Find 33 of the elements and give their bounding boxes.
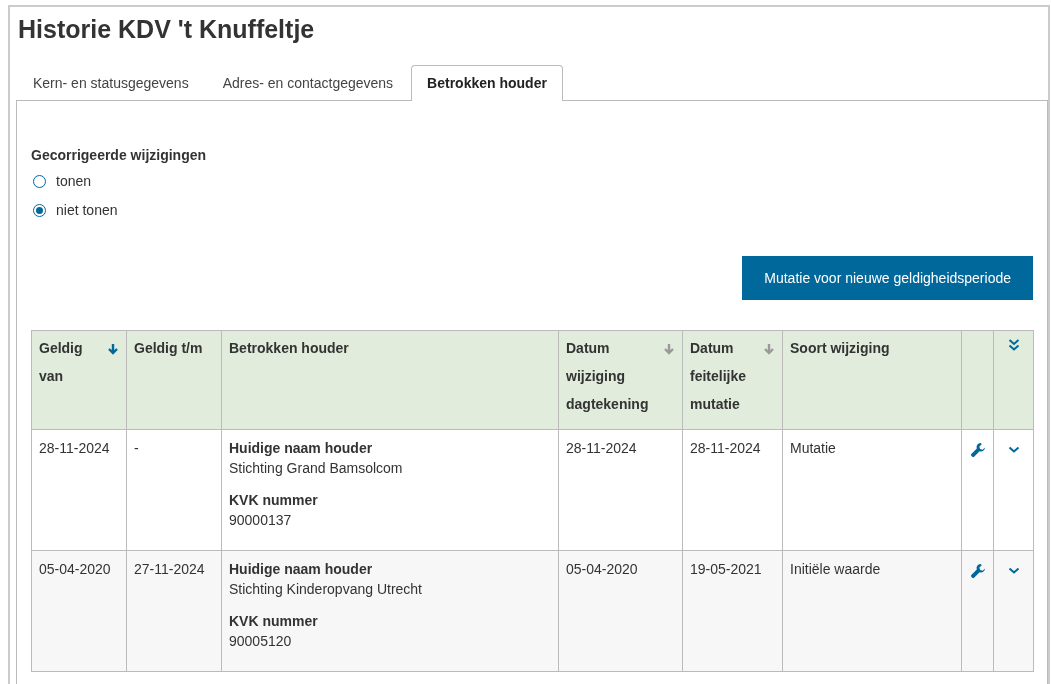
field-label: KVK nummer <box>229 491 319 510</box>
table-cell: 19-05-2021 <box>682 550 783 672</box>
table-cell: Mutatie <box>782 429 962 551</box>
table-cell: Initiële waarde <box>782 550 962 672</box>
table-cell: 27-11-2024 <box>126 550 222 672</box>
table-cell: - <box>126 429 222 551</box>
sort-arrow-icon[interactable] <box>107 343 119 355</box>
filter-label: Gecorrigeerde wijzigingen <box>31 147 207 163</box>
column-header: Datum wijziging dagtekening <box>566 339 650 414</box>
table-cell: 28-11-2024 <box>558 429 683 551</box>
table-cell: 28-11-2024 <box>682 429 783 551</box>
radio-label[interactable]: niet tonen <box>56 202 118 218</box>
field-value: 90000137 <box>229 511 293 530</box>
field-value: 90005120 <box>229 632 293 651</box>
tab[interactable]: Kern- en statusgegevens <box>17 65 205 101</box>
table-cell: 28-11-2024 <box>31 429 127 551</box>
field-label: Huidige naam houder <box>229 439 374 458</box>
field-value: Stichting Grand Bamsolcom <box>229 459 404 478</box>
column-header: Soort wijziging <box>790 339 890 358</box>
table-cell: 05-04-2020 <box>558 550 683 672</box>
field-value: Stichting Kinderopvang Utrecht <box>229 580 423 599</box>
new-period-button[interactable]: Mutatie voor nieuwe geldigheidsperiode <box>742 256 1033 300</box>
field-label: Huidige naam houder <box>229 560 374 579</box>
radio-label[interactable]: tonen <box>56 173 92 189</box>
tab[interactable]: Adres- en contactgegevens <box>206 65 410 101</box>
column-header: Betrokken houder <box>229 339 349 358</box>
column-header: Geldig t/m <box>134 339 203 358</box>
column-header: Datum feitelijke mutatie <box>690 339 748 414</box>
page-title: Historie KDV 't Knuffeltje <box>18 15 315 44</box>
tab[interactable]: Betrokken houder <box>411 65 563 101</box>
column-header: Geldig van <box>39 339 84 386</box>
table-cell: 05-04-2020 <box>31 550 127 672</box>
field-label: KVK nummer <box>229 612 319 631</box>
